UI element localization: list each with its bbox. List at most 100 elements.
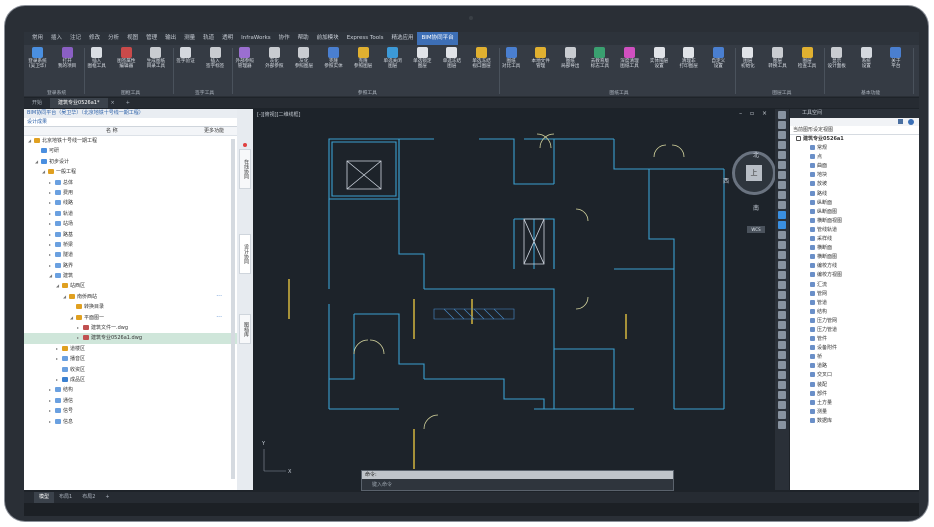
nav-tool-icon[interactable]	[778, 321, 786, 329]
ribbon-button[interactable]: 插入 图框工具	[86, 47, 107, 70]
ribbon-button[interactable]: 签字验证	[175, 47, 196, 64]
tree-row[interactable]: ▸ 桥梁	[24, 240, 237, 250]
menu-item[interactable]: 修改	[85, 32, 104, 45]
tree-row[interactable]: ◢ 平面图一 ···	[24, 313, 237, 323]
nav-tool-icon[interactable]	[778, 131, 786, 139]
nav-tool-icon[interactable]	[778, 181, 786, 189]
menu-item[interactable]: 轨道	[199, 32, 218, 45]
toolspace-item[interactable]: 测量	[790, 408, 919, 417]
menu-item[interactable]: 精选应用	[387, 32, 417, 45]
menu-item[interactable]: InfraWorks	[237, 32, 274, 45]
ribbon-button[interactable]: 图层 检查工具	[797, 47, 818, 70]
toolspace-item[interactable]: 压力管道	[790, 326, 919, 335]
vtab-archive[interactable]: 图档库	[239, 314, 251, 344]
vtab-online[interactable]: 在线协同	[239, 149, 251, 189]
nav-tool-icon[interactable]	[778, 331, 786, 339]
tree-row[interactable]: ▸ 成品区	[24, 375, 237, 385]
tree-row[interactable]: ▸ 路基	[24, 230, 237, 240]
ribbon-button[interactable]: 插入 签字标签	[205, 47, 226, 70]
ribbon-button[interactable]: 单选关闭 图层	[382, 47, 403, 70]
ribbon-button[interactable]: 关于 平台	[885, 47, 906, 70]
tree-row[interactable]: ◢ 南侨西站 ···	[24, 292, 237, 302]
nav-tool-icon[interactable]	[778, 341, 786, 349]
nav-tool-icon[interactable]	[778, 161, 786, 169]
tree-row[interactable]: ▸ 结构	[24, 385, 237, 395]
nav-tool-icon[interactable]	[778, 281, 786, 289]
menu-item[interactable]: 测量	[180, 32, 199, 45]
tree-row[interactable]: ▸ 建筑文件一.dwg	[24, 323, 237, 333]
tree-row[interactable]: 收资区	[24, 365, 237, 375]
toolspace-item[interactable]: 放坡	[790, 180, 919, 189]
ribbon-button[interactable]: 自定义 设置	[708, 47, 729, 70]
toolspace-item[interactable]: 路线	[790, 190, 919, 199]
menu-item[interactable]: Express Tools	[343, 32, 388, 45]
tree-row[interactable]: ▸ 隧道	[24, 250, 237, 260]
ribbon-button[interactable]: 实体隔层 设置	[649, 47, 670, 70]
close-tab-icon[interactable]: ×	[108, 98, 118, 108]
ribbon-button[interactable]: 本地文件 管理	[530, 47, 551, 70]
new-tab-button[interactable]: +	[118, 98, 138, 108]
toolspace-item[interactable]: 横断面	[790, 244, 919, 253]
toolspace-item[interactable]: 汇流	[790, 281, 919, 290]
menu-item[interactable]: 插入	[47, 32, 66, 45]
menu-item[interactable]: 透明	[218, 32, 237, 45]
menu-item[interactable]: 注记	[66, 32, 85, 45]
ribbon-button[interactable]: 克隆 参照实体	[323, 47, 344, 70]
toolspace-item[interactable]: 曲面	[790, 162, 919, 171]
toolspace-item[interactable]: 管件	[790, 335, 919, 344]
toolspace-item[interactable]: 采样线	[790, 235, 919, 244]
toolspace-item[interactable]: 设备附件	[790, 344, 919, 353]
toolspace-item[interactable]: 土方量	[790, 399, 919, 408]
ribbon-button[interactable]: 灰化 参照图层	[293, 47, 314, 70]
toolspace-root[interactable]: 建筑专业0526a1	[790, 135, 919, 144]
menu-item[interactable]: 前加模块	[313, 32, 343, 45]
tab-design-results[interactable]: 设计成果	[24, 118, 237, 127]
nav-tool-icon[interactable]	[778, 211, 786, 219]
toolspace-item[interactable]: 横断面视图	[790, 217, 919, 226]
nav-tool-icon[interactable]	[778, 391, 786, 399]
tree-row[interactable]: ◢ 站西区	[24, 281, 237, 291]
toolspace-item[interactable]: 装配	[790, 381, 919, 390]
layout-tab[interactable]: 布局2	[77, 492, 100, 503]
tree-row[interactable]: ▸ 道楼区	[24, 344, 237, 354]
ribbon-button[interactable]: 图纸 对比工具	[501, 47, 522, 70]
view-selector[interactable]: 当前图形设定视图	[790, 126, 919, 135]
tree-row[interactable]: ◢ 建筑	[24, 271, 237, 281]
ribbon-button[interactable]: 生成图纸 目录工具	[145, 47, 166, 70]
nav-tool-icon[interactable]	[778, 411, 786, 419]
nav-tool-icon[interactable]	[778, 231, 786, 239]
toolspace-item[interactable]: 管网	[790, 290, 919, 299]
toolspace-item[interactable]: 管道	[790, 299, 919, 308]
tree-row[interactable]: ◢ 北京地铁十号线一期工程	[24, 136, 237, 146]
layout-tab[interactable]: 模型	[34, 492, 55, 503]
nav-tool-icon[interactable]	[778, 351, 786, 359]
vtab-design[interactable]: 设计协同	[239, 234, 251, 274]
more-actions-button[interactable]: ···	[216, 313, 222, 323]
nav-tool-icon[interactable]	[778, 221, 786, 229]
tree-row[interactable]: 转换目录	[24, 302, 237, 312]
tree-scrollbar[interactable]	[231, 139, 235, 479]
nav-tool-icon[interactable]	[778, 261, 786, 269]
tree-row[interactable]: ▸ 线路	[24, 198, 237, 208]
tree-row[interactable]: ▸ 轨道	[24, 209, 237, 219]
compass-south[interactable]: 南	[753, 203, 759, 212]
toolspace-item[interactable]: 编校方视图	[790, 271, 919, 280]
nav-tool-icon[interactable]	[778, 241, 786, 249]
compass-north[interactable]: 北	[753, 150, 759, 159]
document-tab[interactable]: 开始	[24, 98, 50, 108]
ribbon-button[interactable]: 系统 设置	[856, 47, 877, 70]
ribbon-button[interactable]: 图层 初始化	[737, 47, 758, 70]
ribbon-button[interactable]: 清理非 打印图层	[678, 47, 699, 70]
tree-row[interactable]: ◢ 初步设计	[24, 157, 237, 167]
nav-tool-icon[interactable]	[778, 401, 786, 409]
toolspace-item[interactable]: 管线轨道	[790, 226, 919, 235]
menu-item[interactable]: BIM协同平台	[417, 32, 458, 45]
tree-row[interactable]: ▸ 站场	[24, 219, 237, 229]
nav-tool-icon[interactable]	[778, 151, 786, 159]
ribbon-button[interactable]: 去教育版 标志工具	[589, 47, 610, 70]
tree-row[interactable]: ▸ 建筑专业0526a1.dwg	[24, 333, 237, 344]
nav-tool-icon[interactable]	[778, 361, 786, 369]
toolspace-item[interactable]: 地块	[790, 171, 919, 180]
nav-tool-icon[interactable]	[778, 251, 786, 259]
menu-item[interactable]: 输出	[161, 32, 180, 45]
